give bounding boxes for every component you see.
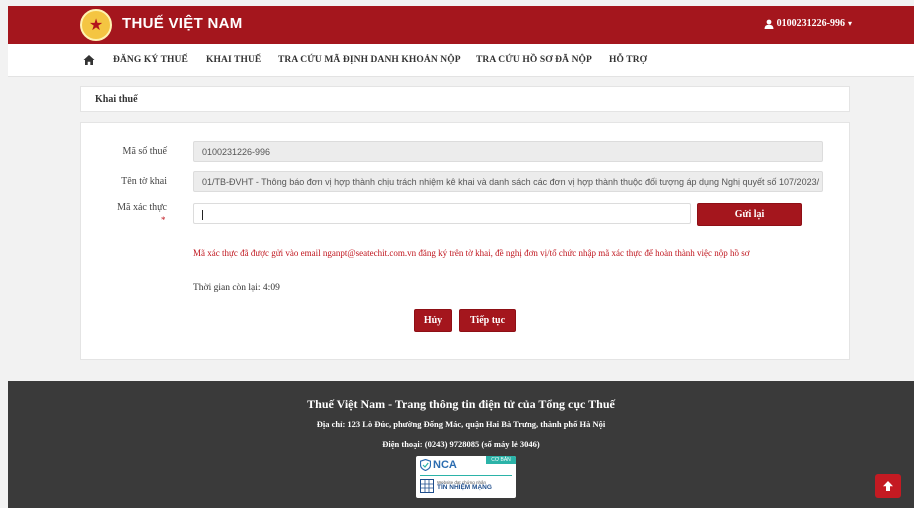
tax-code-label: Mã số thuế (122, 146, 167, 157)
star-icon: ★ (88, 15, 104, 34)
form-name-label: Tên tờ khai (121, 176, 167, 187)
nav-item-khai-thue[interactable]: KHAI THUẾ (206, 55, 261, 65)
otp-input[interactable] (193, 203, 691, 224)
otp-label: Mã xác thực (117, 202, 167, 213)
footer-address: Địa chỉ: 123 Lò Đúc, phường Đống Mác, qu… (316, 419, 606, 429)
otp-form-panel: Mã số thuế 0100231226-996 Tên tờ khai 01… (80, 122, 850, 360)
site-footer: Thuế Việt Nam - Trang thông tin điện tử … (8, 381, 914, 508)
nca-brand: NCA (420, 459, 457, 471)
cancel-button[interactable]: Hủy (414, 309, 452, 332)
nav-item-dang-ky-thue[interactable]: ĐĂNG KÝ THUẾ (113, 55, 188, 65)
countdown-timer: Thời gian còn lại: 4:09 (193, 283, 280, 293)
shield-icon (420, 459, 431, 471)
scroll-top-button[interactable] (875, 474, 901, 498)
text-cursor (202, 209, 203, 220)
nca-divider (420, 475, 512, 476)
nca-tier-tag: CƠ BẢN (486, 456, 516, 464)
nca-certificate: Website đạt chứng nhận TÍN NHIỆM MẠNG (420, 479, 492, 493)
required-mark: * (161, 215, 166, 225)
user-icon (764, 19, 774, 29)
nca-big-text: TÍN NHIỆM MẠNG (437, 484, 492, 491)
footer-title: Thuế Việt Nam - Trang thông tin điện tử … (307, 397, 615, 411)
resend-button[interactable]: Gửi lại (697, 203, 802, 226)
main-nav: ĐĂNG KÝ THUẾ KHAI THUẾ TRA CỨU MÃ ĐỊNH D… (8, 44, 914, 77)
page-title: Khai thuế (95, 94, 138, 105)
nca-trust-badge[interactable]: NCA CƠ BẢN Website đạt chứng nhận TÍN NH… (416, 456, 516, 498)
continue-button[interactable]: Tiếp tục (459, 309, 516, 332)
form-name-field: 01/TB-ĐVHT - Thông báo đơn vị hợp thành … (193, 171, 823, 192)
user-menu[interactable]: 0100231226-996 ▾ (764, 18, 852, 29)
nca-brand-text: NCA (433, 459, 457, 471)
top-header: ★ THUẾ VIỆT NAM 0100231226-996 ▾ (8, 6, 914, 44)
otp-sent-message: Mã xác thực đã được gửi vào email nganpt… (193, 248, 750, 258)
nav-item-tra-cuu-ma-dinh-danh[interactable]: TRA CỨU MÃ ĐỊNH DANH KHOẢN NỘP (278, 55, 461, 65)
chevron-down-icon: ▾ (847, 19, 852, 28)
footer-phone: Điện thoại: (0243) 9728085 (số máy lẻ 30… (382, 439, 540, 449)
nav-item-ho-tro[interactable]: HỖ TRỢ (609, 55, 647, 65)
user-id-label: 0100231226-996 (776, 18, 845, 29)
nav-item-tra-cuu-ho-so[interactable]: TRA CỨU HỒ SƠ ĐÃ NỘP (476, 55, 592, 65)
home-icon[interactable] (83, 54, 95, 66)
breadcrumb: Khai thuế (80, 86, 850, 112)
emblem-logo[interactable]: ★ (80, 9, 112, 41)
nca-certificate-text: Website đạt chứng nhận TÍN NHIỆM MẠNG (437, 480, 492, 492)
tax-code-field: 0100231226-996 (193, 141, 823, 162)
arrow-up-icon (883, 481, 893, 491)
brand-title[interactable]: THUẾ VIỆT NAM (122, 15, 243, 32)
certificate-icon (420, 479, 434, 493)
